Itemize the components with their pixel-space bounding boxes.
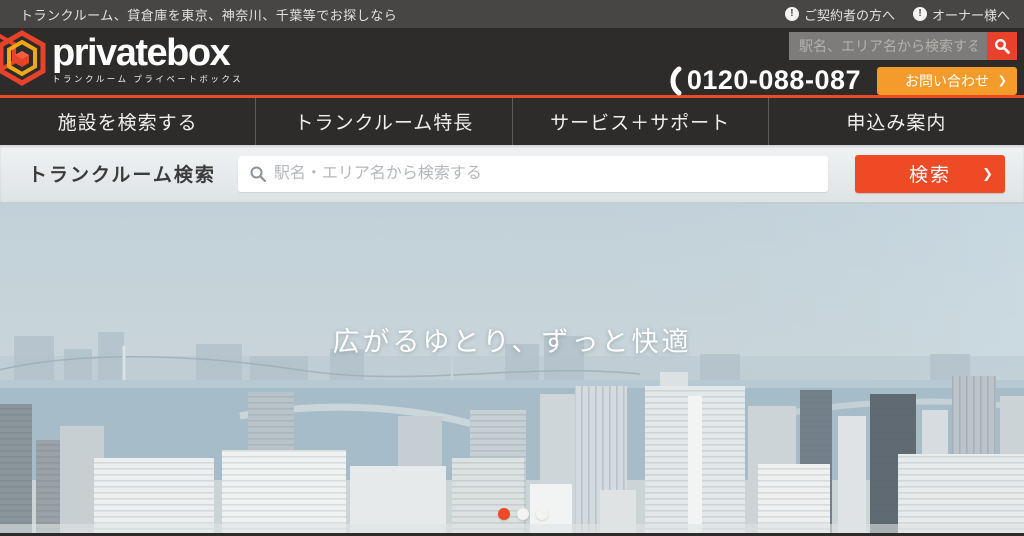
site-tagline: トランクルーム、貸倉庫を東京、神奈川、千葉等でお探しなら: [20, 7, 398, 23]
nav-item-application-guide[interactable]: 申込み案内: [767, 98, 1024, 145]
topbar-link-label: オーナー様へ: [931, 7, 1010, 23]
chevron-right-icon: ❯: [997, 75, 1007, 87]
phone-row: 0120-088-087 お問い合わせ ❯: [597, 65, 1017, 96]
search-band-button-label: 検索: [908, 165, 951, 186]
nav-item-search-facilities[interactable]: 施設を検索する: [0, 98, 255, 145]
header: privatebox トランクルーム プライベートボックス 駅名、エリア名から検…: [0, 28, 1024, 98]
page: トランクルーム、貸倉庫を東京、神奈川、千葉等でお探しなら ! ご契約者の方へ !…: [0, 0, 1024, 536]
topbar-link-label: ご契約者の方へ: [803, 7, 895, 23]
header-search: [597, 32, 1017, 60]
search-icon: [994, 38, 1010, 54]
header-right: 0120-088-087 お問い合わせ ❯: [597, 32, 1017, 96]
contact-button-label: お問い合わせ: [905, 72, 989, 89]
hero-headline: 広がるゆとり、ずっと快適: [332, 327, 692, 357]
brand-wordmark: privatebox: [52, 31, 231, 74]
info-icon: !: [912, 7, 927, 21]
search-band-label: トランクルーム検索: [28, 165, 216, 186]
topbar-link-owners[interactable]: ! オーナー様へ: [912, 5, 1010, 24]
brand-logo[interactable]: privatebox トランクルーム プライベートボックス: [0, 30, 243, 88]
carousel-dot-2[interactable]: [517, 508, 529, 520]
search-band-button[interactable]: 検索 ❯: [855, 154, 1005, 193]
header-search-button[interactable]: [987, 32, 1017, 60]
chevron-right-icon: ❯: [982, 165, 993, 181]
nav-item-features[interactable]: トランクルーム特長: [255, 98, 511, 145]
brand-subtitle: トランクルーム プライベートボックス: [52, 73, 244, 84]
trunk-room-search-band: トランクルーム検索 検索 ❯: [0, 145, 1024, 204]
phone: 0120-088-087: [666, 65, 861, 96]
search-icon: [250, 166, 266, 182]
city-skyline-image: [0, 204, 1024, 533]
search-band-input[interactable]: [237, 155, 828, 192]
phone-icon: [670, 66, 682, 95]
carousel-dot-3[interactable]: [536, 508, 548, 520]
topbar: トランクルーム、貸倉庫を東京、神奈川、千葉等でお探しなら ! ご契約者の方へ !…: [0, 0, 1024, 28]
header-search-input[interactable]: [789, 32, 987, 60]
contact-button[interactable]: お問い合わせ ❯: [877, 66, 1017, 95]
topbar-link-contract-holders[interactable]: ! ご契約者の方へ: [784, 5, 895, 24]
info-icon: !: [784, 7, 799, 21]
carousel-dot-1[interactable]: [498, 508, 510, 520]
search-band-input-wrap: [237, 155, 828, 192]
phone-number: 0120-088-087: [686, 65, 861, 95]
topbar-links: ! ご契約者の方へ ! オーナー様へ: [784, 5, 1010, 24]
hero-carousel: 広がるゆとり、ずっと快適: [0, 204, 1024, 533]
main-nav: 施設を検索する トランクルーム特長 サービス＋サポート 申込み案内: [0, 98, 1024, 145]
carousel-dots: [498, 508, 548, 520]
nav-item-service-support[interactable]: サービス＋サポート: [511, 98, 768, 145]
hexagon-cube-logo-icon: [0, 30, 46, 86]
